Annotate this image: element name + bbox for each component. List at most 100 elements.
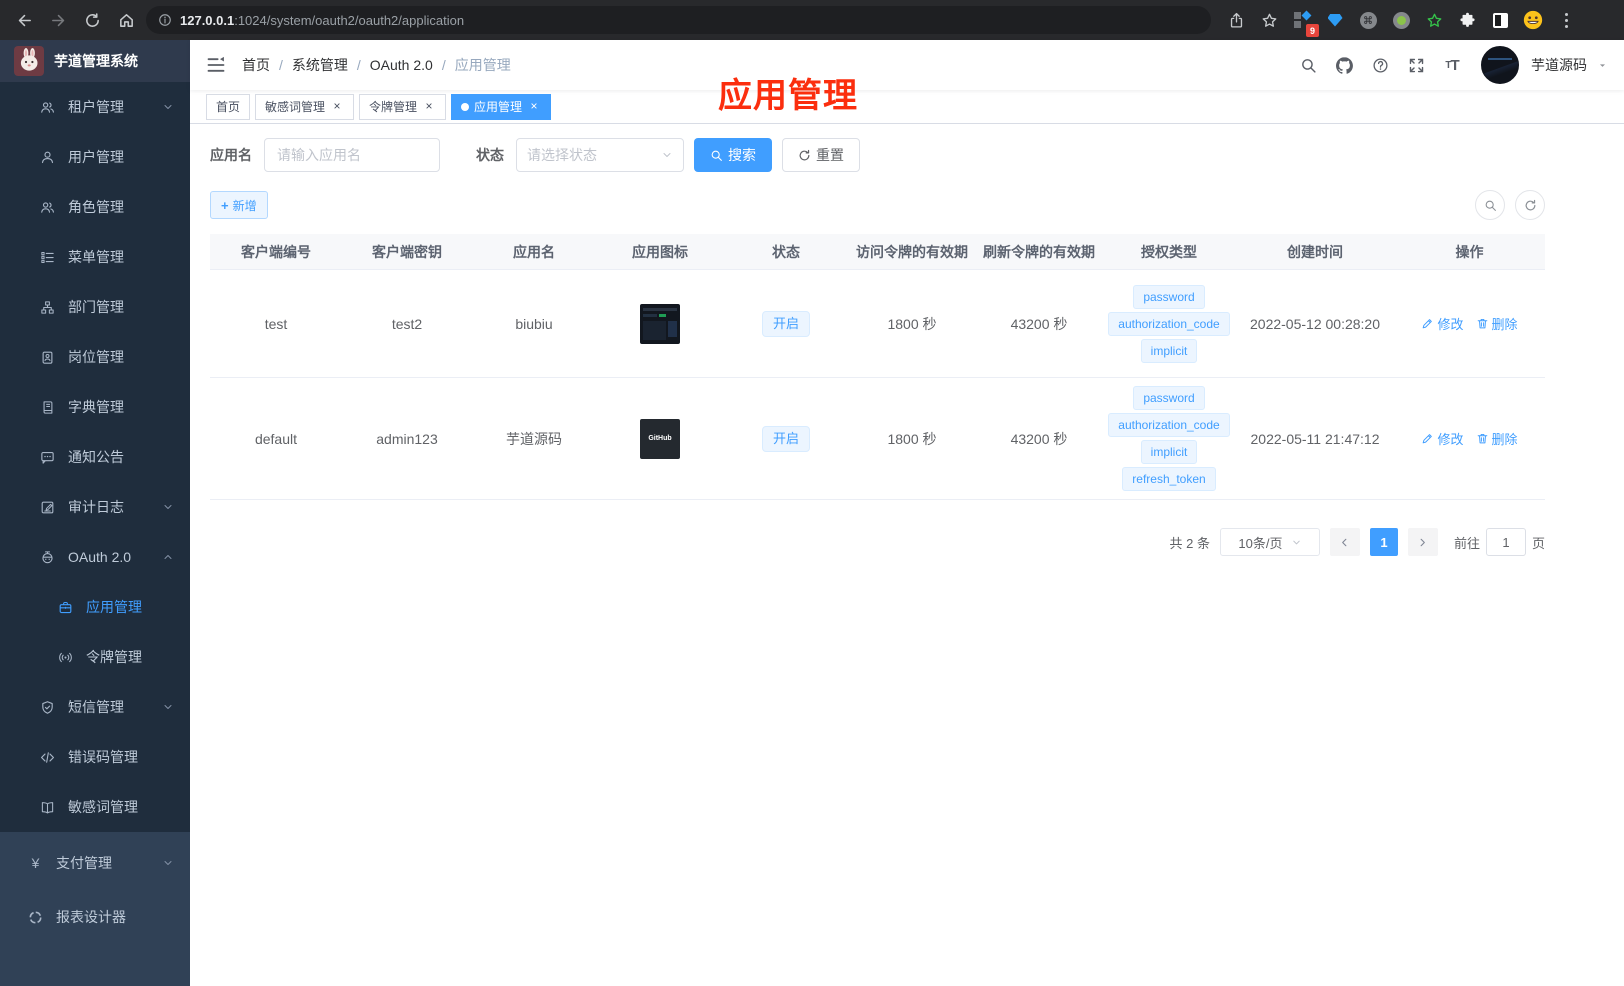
goto-label: 前往 (1453, 535, 1480, 551)
sidebar-item-label: 部门管理 (68, 299, 124, 315)
col-created-at: 创建时间 (1287, 243, 1343, 260)
id-badge-icon (40, 350, 55, 365)
extensions-puzzle-icon[interactable] (1454, 7, 1480, 33)
cell-created-at: 2022-05-11 21:47:12 (1250, 430, 1380, 447)
sidebar-item-report-designer[interactable]: 报表设计器 (0, 890, 190, 944)
sidebar-item-oauth-application[interactable]: 应用管理 (0, 582, 190, 632)
address-bar[interactable]: 127.0.0.1:1024/system/oauth2/oauth2/appl… (146, 6, 1211, 34)
user-avatar[interactable] (1481, 46, 1519, 84)
signal-icon (58, 650, 73, 665)
user-caret-down-icon[interactable] (1597, 60, 1608, 71)
browser-forward-button[interactable] (44, 6, 72, 34)
theme-toggle-icon[interactable] (1487, 7, 1513, 33)
delete-link[interactable]: 删除 (1476, 314, 1518, 333)
reset-button[interactable]: 重置 (782, 138, 860, 172)
add-button[interactable]: + 新增 (210, 191, 268, 219)
font-size-icon[interactable]: TT (1443, 56, 1461, 74)
browser-menu-icon[interactable] (1553, 7, 1579, 33)
sidebar-item-oauth[interactable]: OAuth 2.0 (0, 532, 190, 582)
tab-token[interactable]: 令牌管理 × (359, 93, 447, 120)
sidebar-item-role[interactable]: 角色管理 (0, 182, 190, 232)
bookmark-star-icon[interactable] (1256, 7, 1282, 33)
breadcrumb-home[interactable]: 首页 (242, 55, 270, 75)
sidebar-item-dept[interactable]: 部门管理 (0, 282, 190, 332)
plus-icon: + (221, 197, 229, 213)
cell-access-ttl: 1800 秒 (887, 315, 937, 332)
sidebar-item-payment[interactable]: ¥ 支付管理 (0, 836, 190, 890)
status-select[interactable]: 请选择状态 (516, 138, 684, 172)
green-star-extension-icon[interactable] (1421, 7, 1447, 33)
github-icon[interactable] (1335, 56, 1353, 74)
username[interactable]: 芋道源码 (1531, 55, 1587, 75)
tab-home[interactable]: 首页 (206, 93, 251, 120)
delete-link[interactable]: 删除 (1476, 429, 1518, 448)
command-extension-icon[interactable] (1355, 7, 1381, 33)
tab-sensitive-word[interactable]: 敏感词管理 × (255, 93, 355, 120)
sidebar-item-audit-log[interactable]: 审计日志 (0, 482, 190, 532)
gem-extension-icon[interactable] (1322, 7, 1348, 33)
toggle-search-button[interactable] (1475, 190, 1505, 220)
browser-reload-button[interactable] (78, 6, 106, 34)
close-icon[interactable]: × (330, 99, 344, 114)
sidebar-item-dict[interactable]: 字典管理 (0, 382, 190, 432)
tab-label: 敏感词管理 (265, 100, 326, 114)
cell-client-secret: admin123 (376, 430, 438, 447)
dictionary-book-icon (40, 400, 55, 415)
code-icon (40, 750, 55, 765)
profile-avatar-icon[interactable] (1520, 7, 1546, 33)
breadcrumb-separator: / (279, 57, 283, 73)
browser-back-button[interactable] (10, 6, 38, 34)
sidebar-item-post[interactable]: 岗位管理 (0, 332, 190, 382)
breadcrumb-system[interactable]: 系统管理 (292, 55, 348, 75)
sidebar-item-tenant[interactable]: 租户管理 (0, 82, 190, 132)
grant-type-tag: password (1133, 386, 1205, 410)
edit-link[interactable]: 修改 (1421, 314, 1464, 333)
app-name-input[interactable] (264, 138, 440, 172)
user-icon (40, 150, 55, 165)
extension-grid-icon[interactable]: 9 (1289, 7, 1319, 37)
sidebar-item-sensitive-word[interactable]: 敏感词管理 (0, 782, 190, 832)
sidebar-item-sms[interactable]: 短信管理 (0, 682, 190, 732)
edit-link[interactable]: 修改 (1421, 429, 1464, 448)
sidebar-fold-icon[interactable] (206, 55, 226, 75)
search-button-label: 搜索 (728, 147, 756, 163)
page-size-select[interactable]: 10条/页 (1219, 528, 1320, 556)
current-page-button[interactable]: 1 (1369, 528, 1398, 556)
url-path: :1024/system/oauth2/oauth2/application (234, 12, 465, 28)
browser-home-button[interactable] (112, 6, 140, 34)
search-button[interactable]: 搜索 (694, 138, 772, 172)
next-page-button[interactable] (1407, 528, 1438, 556)
close-icon[interactable]: × (422, 99, 436, 114)
prev-page-button[interactable] (1329, 528, 1360, 556)
app-title: 芋道管理系统 (54, 53, 138, 69)
close-icon[interactable]: × (527, 99, 541, 114)
chevron-down-icon (162, 857, 174, 869)
sidebar-item-user[interactable]: 用户管理 (0, 132, 190, 182)
tab-label: 首页 (216, 100, 241, 114)
delete-label: 删除 (1491, 317, 1518, 332)
help-icon[interactable] (1371, 56, 1389, 74)
recorder-extension-icon[interactable] (1388, 7, 1414, 33)
sidebar-item-error-code[interactable]: 错误码管理 (0, 732, 190, 782)
tab-application[interactable]: 应用管理 × (451, 93, 552, 120)
pencil-icon (1421, 317, 1434, 330)
site-info-icon[interactable] (158, 13, 172, 27)
header-search-icon[interactable] (1299, 56, 1317, 74)
breadcrumb-separator: / (441, 57, 446, 73)
sidebar-item-label: 字典管理 (68, 399, 124, 415)
sidebar-item-notice[interactable]: 通知公告 (0, 432, 190, 482)
sidebar-item-menu[interactable]: 菜单管理 (0, 232, 190, 282)
status-label: 状态 (476, 147, 504, 163)
refresh-table-button[interactable] (1515, 190, 1545, 220)
cell-client-id: test (264, 315, 288, 332)
share-icon[interactable] (1223, 7, 1249, 33)
app-logo[interactable]: 芋道管理系统 (0, 40, 190, 82)
browser-toolbar: 127.0.0.1:1024/system/oauth2/oauth2/appl… (0, 0, 1624, 40)
app-icon-dashboard-screenshot (640, 303, 680, 344)
fullscreen-icon[interactable] (1407, 56, 1425, 74)
goto-page-input[interactable] (1485, 528, 1526, 556)
sidebar-item-oauth-token[interactable]: 令牌管理 (0, 632, 190, 682)
page-unit-label: 页 (1531, 535, 1545, 551)
breadcrumb-oauth[interactable]: OAuth 2.0 (370, 57, 433, 73)
cell-created-at: 2022-05-12 00:28:20 (1250, 315, 1380, 332)
